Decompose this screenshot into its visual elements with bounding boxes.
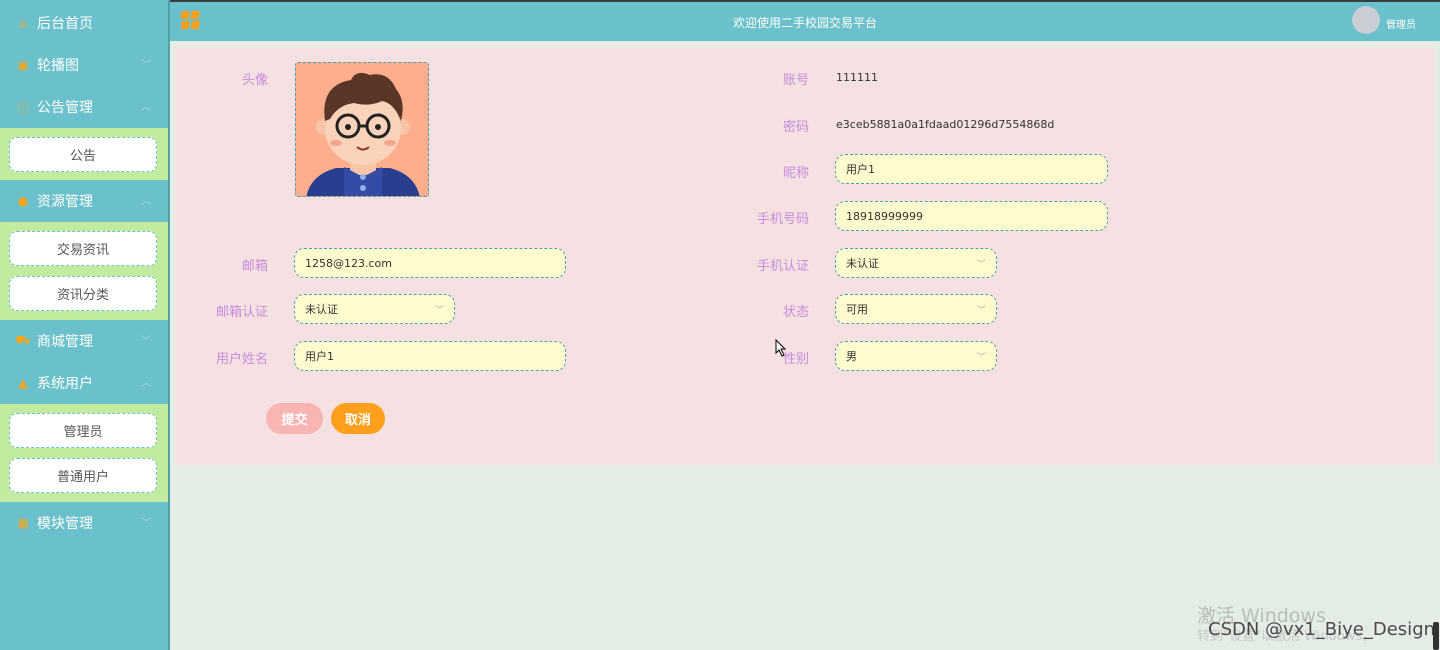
nickname-label: 昵称	[782, 166, 809, 181]
chevron-down-icon: ﹀	[976, 260, 986, 270]
email-label: 邮箱	[241, 259, 268, 274]
phone-label: 手机号码	[756, 212, 809, 227]
chevron-down-icon: ﹀	[141, 335, 151, 347]
gender-select[interactable]: 男 ﹀	[835, 341, 997, 371]
chevron-down-icon: ﹀	[976, 306, 986, 316]
email-field[interactable]: 1258@123.com	[294, 248, 566, 278]
avatar-image[interactable]	[295, 62, 429, 197]
grid-icon: ▦	[17, 516, 29, 530]
user-role-label[interactable]: 管理员	[1386, 16, 1416, 31]
account-value: 111111	[836, 71, 878, 84]
page-title: 欢迎使用二手校园交易平台	[732, 16, 877, 30]
password-value: e3ceb5881a0a1fdaad01296d7554868d	[836, 118, 1055, 131]
sidebar-item-carousel[interactable]: ▣ 轮播图 ﹀	[0, 44, 168, 86]
user-edit-form: 头像 邮箱 1258@123.com 邮箱认证 未认证 ﹀ 用户姓名 用户1 提…	[175, 47, 1435, 465]
submenu-item-news-category[interactable]: 资讯分类	[9, 276, 157, 311]
avatar-label: 头像	[241, 73, 268, 88]
cartoon-avatar-icon	[296, 63, 428, 196]
resource-icon: ●	[17, 194, 29, 208]
sidebar-item-label: 模块管理	[37, 516, 93, 532]
phone-field[interactable]: 18918999999	[835, 201, 1108, 231]
chevron-up-icon: ︿	[141, 377, 151, 389]
nickname-field[interactable]: 用户1	[835, 154, 1108, 184]
cancel-button[interactable]: 取消	[331, 403, 385, 434]
email-verify-select[interactable]: 未认证 ﹀	[294, 294, 455, 324]
gender-label: 性别	[782, 352, 809, 367]
submenu-item-normal-user[interactable]: 普通用户	[9, 458, 157, 493]
sidebar-item-home[interactable]: ⌂ 后台首页	[0, 2, 168, 44]
chevron-up-icon: ︿	[141, 101, 151, 113]
sidebar-item-users[interactable]: ▲ 系统用户 ︿	[0, 362, 168, 404]
submenu-item-trade-news[interactable]: 交易资讯	[9, 231, 157, 266]
chevron-down-icon: ﹀	[141, 517, 151, 529]
submenu-notice: 公告	[0, 128, 168, 180]
phone-verify-value: 未认证	[846, 257, 879, 270]
chevron-up-icon: ︿	[141, 195, 151, 207]
sidebar-item-label: 轮播图	[37, 58, 79, 74]
gender-value: 男	[846, 350, 857, 363]
home-icon: ⌂	[19, 16, 27, 30]
scrollbar-thumb[interactable]	[1433, 622, 1439, 650]
sidebar-item-notice[interactable]: ⓘ 公告管理 ︿	[0, 86, 168, 128]
cart-icon: ⛟	[15, 333, 31, 347]
avatar[interactable]	[1352, 6, 1380, 34]
realname-field[interactable]: 用户1	[294, 341, 566, 371]
submenu-resource: 交易资讯 资讯分类	[0, 222, 168, 320]
status-label: 状态	[782, 305, 809, 320]
sidebar-item-label: 商城管理	[37, 334, 93, 350]
mouse-cursor-icon	[775, 339, 787, 357]
sidebar-item-label: 系统用户	[37, 376, 93, 392]
sidebar-item-mall[interactable]: ⛟ 商城管理 ﹀	[0, 320, 168, 362]
submit-button[interactable]: 提交	[266, 403, 323, 434]
sidebar-item-label: 公告管理	[37, 100, 93, 116]
csdn-watermark: CSDN @vx1_Biye_Design	[1208, 619, 1436, 640]
info-icon: ⓘ	[16, 100, 29, 115]
realname-label: 用户姓名	[215, 352, 268, 367]
top-header: 欢迎使用二手校园交易平台 管理员	[170, 0, 1440, 41]
chevron-down-icon: ﹀	[434, 306, 444, 316]
status-value: 可用	[846, 303, 868, 316]
user-icon: ▲	[18, 376, 28, 390]
email-verify-value: 未认证	[305, 303, 338, 316]
chevron-down-icon: ﹀	[976, 353, 986, 363]
submenu-users: 管理员 普通用户	[0, 404, 168, 502]
sidebar-item-modules[interactable]: ▦ 模块管理 ﹀	[0, 502, 168, 544]
phone-verify-label: 手机认证	[756, 259, 809, 274]
password-label: 密码	[782, 120, 809, 135]
submenu-item-admin[interactable]: 管理员	[9, 413, 157, 448]
image-icon: ▣	[17, 58, 29, 72]
sidebar-item-label: 资源管理	[37, 194, 93, 210]
account-label: 账号	[782, 73, 809, 88]
email-verify-label: 邮箱认证	[215, 305, 268, 320]
sidebar-item-label: 后台首页	[37, 16, 93, 32]
submenu-item-notice[interactable]: 公告	[9, 137, 157, 172]
sidebar: ⌂ 后台首页 ▣ 轮播图 ﹀ ⓘ 公告管理 ︿ 公告 ● 资源管理 ︿ 交易资讯…	[0, 0, 170, 650]
chevron-down-icon: ﹀	[141, 59, 151, 71]
phone-verify-select[interactable]: 未认证 ﹀	[835, 248, 997, 278]
sidebar-item-resource[interactable]: ● 资源管理 ︿	[0, 180, 168, 222]
status-select[interactable]: 可用 ﹀	[835, 294, 997, 324]
